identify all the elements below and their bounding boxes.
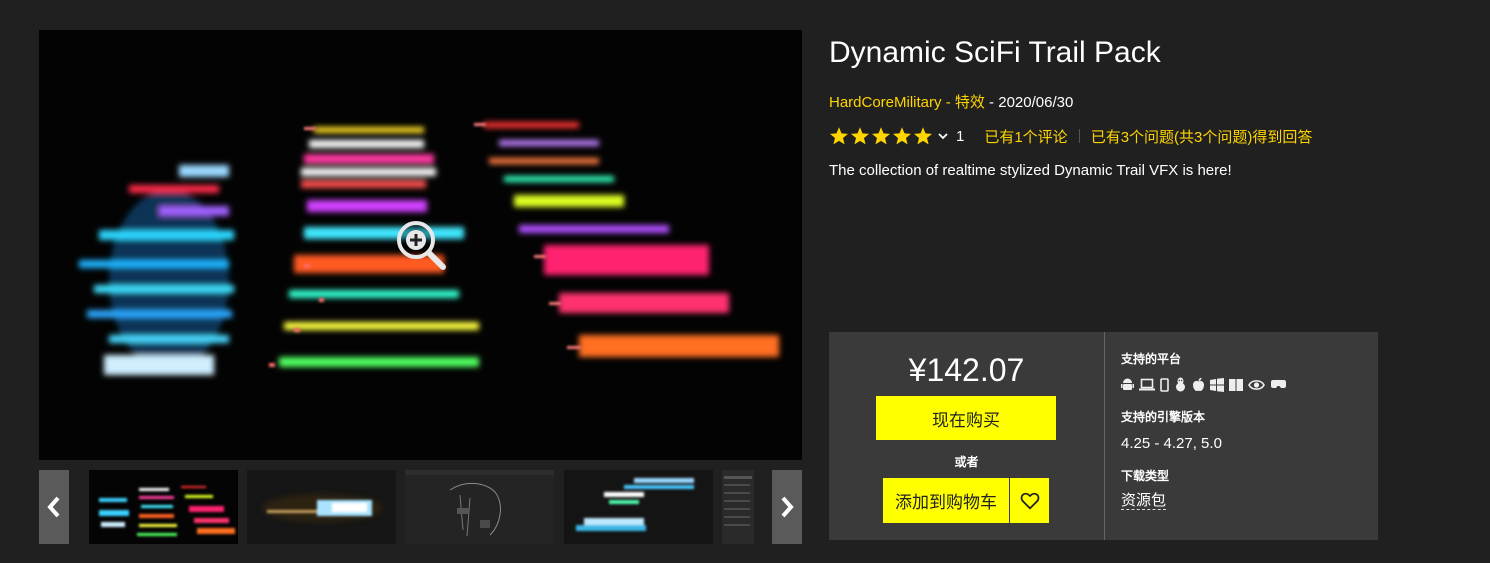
meta-separator-2: -: [984, 94, 999, 111]
price: ¥142.07: [908, 352, 1025, 388]
category-link[interactable]: 特效: [955, 94, 985, 111]
windows-icon: [1210, 377, 1224, 392]
or-label: 或者: [954, 455, 979, 469]
thumbnail-cyan-trails[interactable]: [564, 470, 713, 544]
previous-image-button[interactable]: [39, 470, 69, 544]
download-type-label: 下载类型: [1121, 469, 1170, 483]
star-icon: [893, 127, 911, 145]
thumbnail-trails-overview[interactable]: [89, 470, 238, 544]
headset-icon: [1271, 379, 1286, 388]
panel-divider: [1104, 332, 1105, 540]
rating-row: 1 已有1个评论 已有3个问题(共3个问题)得到回答: [829, 125, 1312, 147]
reviews-link[interactable]: 已有1个评论: [984, 126, 1067, 147]
windows-icon: [1229, 378, 1243, 391]
apple-icon: [1193, 377, 1204, 392]
next-image-button[interactable]: [772, 470, 802, 544]
chevron-right-icon: [781, 496, 794, 518]
product-meta: HardCoreMilitary - 特效 - 2020/06/30: [829, 91, 1073, 112]
thumbnail-blue-trail[interactable]: [247, 470, 396, 544]
laptop-icon: [1139, 378, 1155, 391]
wishlist-button[interactable]: [1010, 478, 1049, 523]
thumbnail-editor[interactable]: [722, 470, 754, 544]
main-product-image[interactable]: [39, 30, 802, 460]
engine-label: 支持的引擎版本: [1121, 410, 1206, 424]
platforms-label: 支持的平台: [1121, 352, 1182, 366]
price-section: ¥142.07 现在购买 或者 添加到购物车: [829, 332, 1104, 540]
platform-icons: [1121, 377, 1287, 392]
star-icon: [830, 127, 848, 145]
linux-icon: [1176, 377, 1185, 392]
thumbnail-strip: [39, 470, 802, 544]
heart-icon: [1020, 492, 1039, 509]
engine-versions: 4.25 - 4.27, 5.0: [1121, 435, 1222, 452]
seller-link[interactable]: HardCoreMilitary: [829, 94, 942, 111]
divider: [1078, 129, 1080, 143]
product-description: The collection of realtime stylized Dyna…: [829, 162, 1232, 179]
rating-dropdown-button[interactable]: [938, 132, 948, 140]
product-title: Dynamic SciFi Trail Pack: [829, 36, 1161, 69]
eye-icon: [1248, 379, 1265, 390]
meta-separator: -: [941, 94, 955, 111]
purchase-panel: ¥142.07 现在购买 或者 添加到购物车 支持的平台 支持的引擎版本 4.2…: [829, 332, 1378, 540]
android-icon: [1121, 378, 1134, 390]
rating-count: 1: [956, 127, 965, 145]
release-date: 2020/06/30: [998, 94, 1074, 111]
star-icon: [872, 127, 890, 145]
buy-now-button[interactable]: 现在购买: [876, 396, 1056, 440]
add-to-cart-button[interactable]: 添加到购物车: [883, 478, 1009, 523]
star-rating[interactable]: [829, 126, 933, 146]
star-icon: [851, 127, 869, 145]
mobile-icon: [1160, 377, 1169, 392]
chevron-left-icon: [47, 496, 60, 518]
download-type-link[interactable]: 资源包: [1121, 493, 1167, 510]
chevron-down-icon: [938, 133, 948, 140]
zoom-icon[interactable]: [394, 218, 450, 274]
star-icon: [914, 127, 932, 145]
details-section: 支持的平台 支持的引擎版本 4.25 - 4.27, 5.0 下载类型 资源包: [1121, 332, 1371, 540]
questions-link[interactable]: 已有3个问题(共3个问题)得到回答: [1091, 126, 1313, 147]
thumbnail-node-graph[interactable]: [405, 470, 554, 544]
